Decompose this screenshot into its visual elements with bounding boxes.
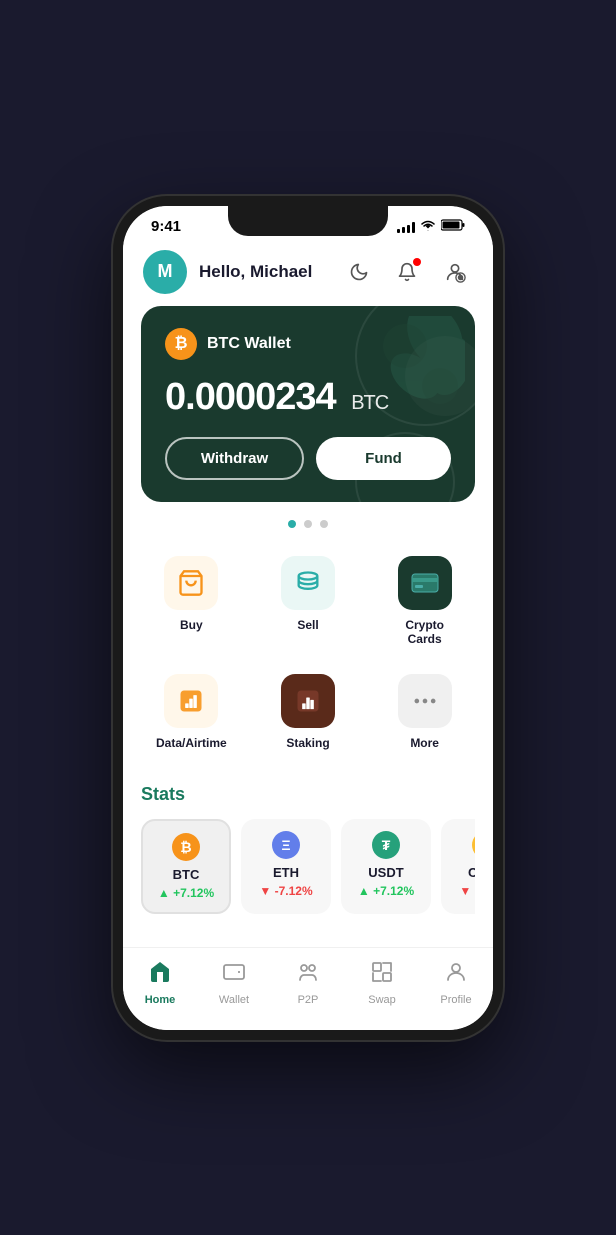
more-label: More: [410, 736, 439, 750]
screen: 9:41: [123, 206, 493, 1030]
btc-coin-icon: ₿: [172, 833, 200, 861]
swap-label: Swap: [368, 994, 396, 1006]
wallet-balance: 0.0000234 BTC: [165, 376, 451, 419]
staking-icon-wrap: [281, 674, 335, 728]
celo-change: ▼ -7.12%: [459, 884, 475, 898]
sell-label: Sell: [297, 618, 318, 632]
celo-symbol: CELO: [468, 865, 475, 880]
battery-icon: [441, 218, 465, 236]
status-time: 9:41: [151, 218, 181, 235]
more-dots-icon: [411, 687, 439, 715]
greeting-text: Hello, Michael: [199, 262, 341, 282]
notification-dot: [413, 258, 421, 266]
quick-actions-grid: Buy Sell: [123, 542, 493, 774]
carousel-dot-1[interactable]: [304, 520, 312, 528]
action-crypto-cards[interactable]: CryptoCards: [366, 542, 483, 660]
stats-title: Stats: [141, 784, 475, 805]
more-icon-wrap: [398, 674, 452, 728]
wallet-card-wrapper: ₿ BTC Wallet 0.0000234 BTC Withdraw Fund: [123, 306, 493, 514]
action-data-airtime[interactable]: Data/Airtime: [133, 660, 250, 764]
buy-icon-wrap: [164, 556, 218, 610]
btc-symbol: BTC: [173, 867, 200, 882]
staking-chart-icon: [294, 687, 322, 715]
nav-profile[interactable]: Profile: [419, 956, 493, 1010]
action-staking[interactable]: Staking: [250, 660, 367, 764]
profile-icon: [444, 960, 468, 990]
home-icon: [148, 960, 172, 990]
data-airtime-label: Data/Airtime: [156, 736, 227, 750]
data-airtime-icon: [177, 687, 205, 715]
crypto-icon-wrap: [398, 556, 452, 610]
carousel-dot-2[interactable]: [320, 520, 328, 528]
nav-swap[interactable]: Swap: [345, 956, 419, 1010]
nav-p2p[interactable]: P2P: [271, 956, 345, 1010]
status-icons: [397, 218, 465, 236]
stat-card-celo[interactable]: C CELO ▼ -7.12%: [441, 819, 475, 914]
usdt-coin-icon: ₮: [372, 831, 400, 859]
stat-card-usdt[interactable]: ₮ USDT ▲ +7.12%: [341, 819, 431, 914]
header: M Hello, Michael: [123, 240, 493, 306]
wallet-card: ₿ BTC Wallet 0.0000234 BTC Withdraw Fund: [141, 306, 475, 502]
status-bar: 9:41: [123, 206, 493, 240]
data-icon-wrap: [164, 674, 218, 728]
action-buy[interactable]: Buy: [133, 542, 250, 660]
crypto-cards-label: CryptoCards: [405, 618, 444, 646]
notification-button[interactable]: [389, 254, 425, 290]
action-more[interactable]: More: [366, 660, 483, 764]
usdt-symbol: USDT: [368, 865, 403, 880]
wifi-icon: [420, 219, 436, 234]
sell-icon-wrap: [281, 556, 335, 610]
p2p-icon: [296, 960, 320, 990]
wallet-label-nav: Wallet: [219, 994, 249, 1006]
phone-frame: 9:41: [113, 196, 503, 1040]
home-label: Home: [145, 994, 176, 1006]
carousel-dots: [123, 514, 493, 542]
stats-section: Stats ₿ BTC ▲ +7.12% Ξ ETH ▼ -7.12% ₮: [123, 774, 493, 926]
nav-home[interactable]: Home: [123, 956, 197, 1010]
eth-coin-icon: Ξ: [272, 831, 300, 859]
staking-label: Staking: [286, 736, 329, 750]
p2p-label: P2P: [298, 994, 319, 1006]
buy-cart-icon: [177, 569, 205, 597]
usdt-change: ▲ +7.12%: [358, 884, 414, 898]
btc-change: ▲ +7.12%: [158, 886, 214, 900]
support-button[interactable]: [437, 254, 473, 290]
wallet-icon: [222, 960, 246, 990]
wallet-currency: BTC: [351, 392, 388, 414]
theme-toggle-button[interactable]: [341, 254, 377, 290]
profile-label: Profile: [440, 994, 471, 1006]
action-sell[interactable]: Sell: [250, 542, 367, 660]
avatar: M: [143, 250, 187, 294]
header-actions: [341, 254, 473, 290]
eth-symbol: ETH: [273, 865, 299, 880]
bottom-nav: Home Wallet: [123, 947, 493, 1030]
stat-card-eth[interactable]: Ξ ETH ▼ -7.12%: [241, 819, 331, 914]
swap-icon: [370, 960, 394, 990]
main-content: M Hello, Michael: [123, 240, 493, 947]
carousel-dot-0[interactable]: [288, 520, 296, 528]
signal-icon: [397, 221, 415, 233]
stats-scroll: ₿ BTC ▲ +7.12% Ξ ETH ▼ -7.12% ₮ USDT ▲ +…: [141, 819, 475, 918]
btc-icon: ₿: [165, 328, 197, 360]
stat-card-btc[interactable]: ₿ BTC ▲ +7.12%: [141, 819, 231, 914]
nav-wallet[interactable]: Wallet: [197, 956, 271, 1010]
buy-label: Buy: [180, 618, 203, 632]
crypto-card-icon: [411, 573, 439, 593]
sell-stack-icon: [294, 569, 322, 597]
eth-change: ▼ -7.12%: [259, 884, 312, 898]
celo-coin-icon: C: [472, 831, 475, 859]
wallet-label: BTC Wallet: [207, 335, 291, 353]
withdraw-button[interactable]: Withdraw: [165, 437, 304, 480]
